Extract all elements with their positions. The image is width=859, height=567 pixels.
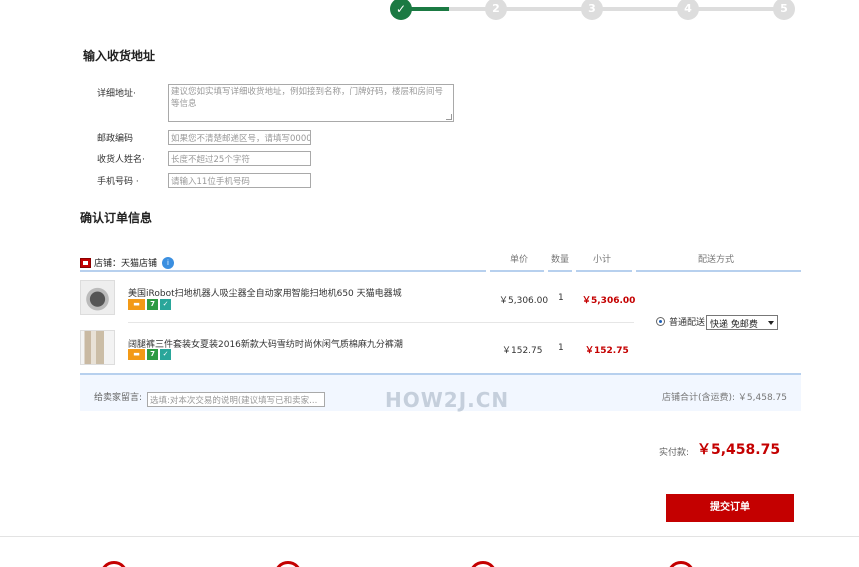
table-header-line [636, 270, 801, 272]
col-delivery: 配送方式 [698, 255, 735, 265]
step-2: 2 [485, 0, 507, 20]
product-badges: ▬ 7 ✓ [128, 299, 171, 310]
table-header-line [576, 270, 632, 272]
unit-price: ￥5,306.00 [499, 296, 549, 306]
progress-steps: ✓ 2 3 4 5 [390, 0, 800, 20]
submit-order-button[interactable]: 提交订单 [666, 494, 794, 522]
store-name: 店铺：天猫店铺 [94, 259, 158, 269]
phone-label: 手机号码 · [97, 177, 139, 187]
footer-icon [274, 561, 302, 567]
pay-amount: ￥5,458.75 [697, 442, 781, 458]
delivery-option-label: 普通配送 [669, 318, 706, 328]
table-header-line [80, 270, 486, 272]
product-image[interactable] [80, 330, 115, 365]
product-title[interactable]: 美国iRobot扫地机器人吸尘器全自动家用智能扫地机650 天猫电器城 [128, 286, 402, 299]
zip-label: 邮政编码 [97, 134, 134, 144]
delivery-select[interactable]: 快递 免邮费 [706, 315, 778, 330]
delivery-option[interactable]: 普通配送 [656, 315, 705, 328]
guarantee-icon: ✓ [160, 299, 171, 310]
product-badges: ▬ 7 ✓ [128, 349, 171, 360]
product-image[interactable] [80, 280, 115, 315]
message-input[interactable]: 选填:对本次交易的说明(建议填写已和卖家... [147, 392, 325, 407]
chat-icon[interactable]: i [162, 256, 175, 269]
message-bar: 给卖家留言: 选填:对本次交易的说明(建议填写已和卖家... HOW2J.CN … [80, 373, 801, 412]
order-section-title: 确认订单信息 [80, 211, 153, 225]
pay-label: 实付款: [659, 448, 690, 458]
seven-day-return-icon: 7 [147, 299, 158, 310]
subtotal: ￥5,306.00 [582, 296, 636, 306]
delivery-radio[interactable] [656, 317, 665, 326]
seven-day-return-icon: 7 [147, 349, 158, 360]
step-1-check-icon: ✓ [390, 0, 412, 20]
unit-price: ￥152.75 [502, 346, 543, 356]
step-3: 3 [581, 0, 603, 20]
quantity: 1 [558, 343, 564, 353]
credit-card-icon: ▬ [128, 349, 145, 360]
footer-icon [469, 561, 497, 567]
table-header-line [490, 270, 544, 272]
resize-grip-icon[interactable] [446, 114, 452, 120]
guarantee-icon: ✓ [160, 349, 171, 360]
table-header-line [548, 270, 572, 272]
footer-divider [0, 536, 859, 537]
store-icon [80, 257, 91, 268]
chevron-down-icon [768, 321, 774, 325]
step-4: 4 [677, 0, 699, 20]
address-section-title: 输入收货地址 [83, 49, 156, 63]
quantity: 1 [558, 293, 564, 303]
store-total: 店铺合计(含运费): ￥5,458.75 [662, 393, 787, 403]
detail-address-label: 详细地址· [97, 89, 136, 99]
col-quantity: 数量 [551, 255, 570, 265]
footer-icon [667, 561, 695, 567]
subtotal: ￥152.75 [585, 346, 629, 356]
row-divider [128, 322, 634, 323]
phone-input[interactable]: 请输入11位手机号码 [168, 173, 311, 188]
zip-input[interactable]: 如果您不清楚邮递区号，请填写0000 [168, 130, 311, 145]
col-subtotal: 小计 [593, 255, 612, 265]
delivery-select-value: 快递 免邮费 [710, 320, 758, 330]
header-decoration [95, 0, 220, 2]
recipient-name-input[interactable]: 长度不超过25个字符 [168, 151, 311, 166]
col-unit-price: 单价 [510, 255, 529, 265]
step-5: 5 [773, 0, 795, 20]
recipient-name-label: 收货人姓名· [97, 155, 145, 165]
credit-card-icon: ▬ [128, 299, 145, 310]
message-label: 给卖家留言: [94, 393, 143, 403]
footer-icon [100, 561, 128, 567]
store-header: 店铺：天猫店铺 i [80, 256, 175, 269]
detail-address-textarea[interactable]: 建议您如实填写详细收货地址，例如接到名称，门牌好码，楼层和房间号等信息 [168, 84, 454, 122]
detail-address-placeholder: 建议您如实填写详细收货地址，例如接到名称，门牌好码，楼层和房间号等信息 [171, 87, 444, 109]
watermark: HOW2J.CN [385, 388, 510, 412]
